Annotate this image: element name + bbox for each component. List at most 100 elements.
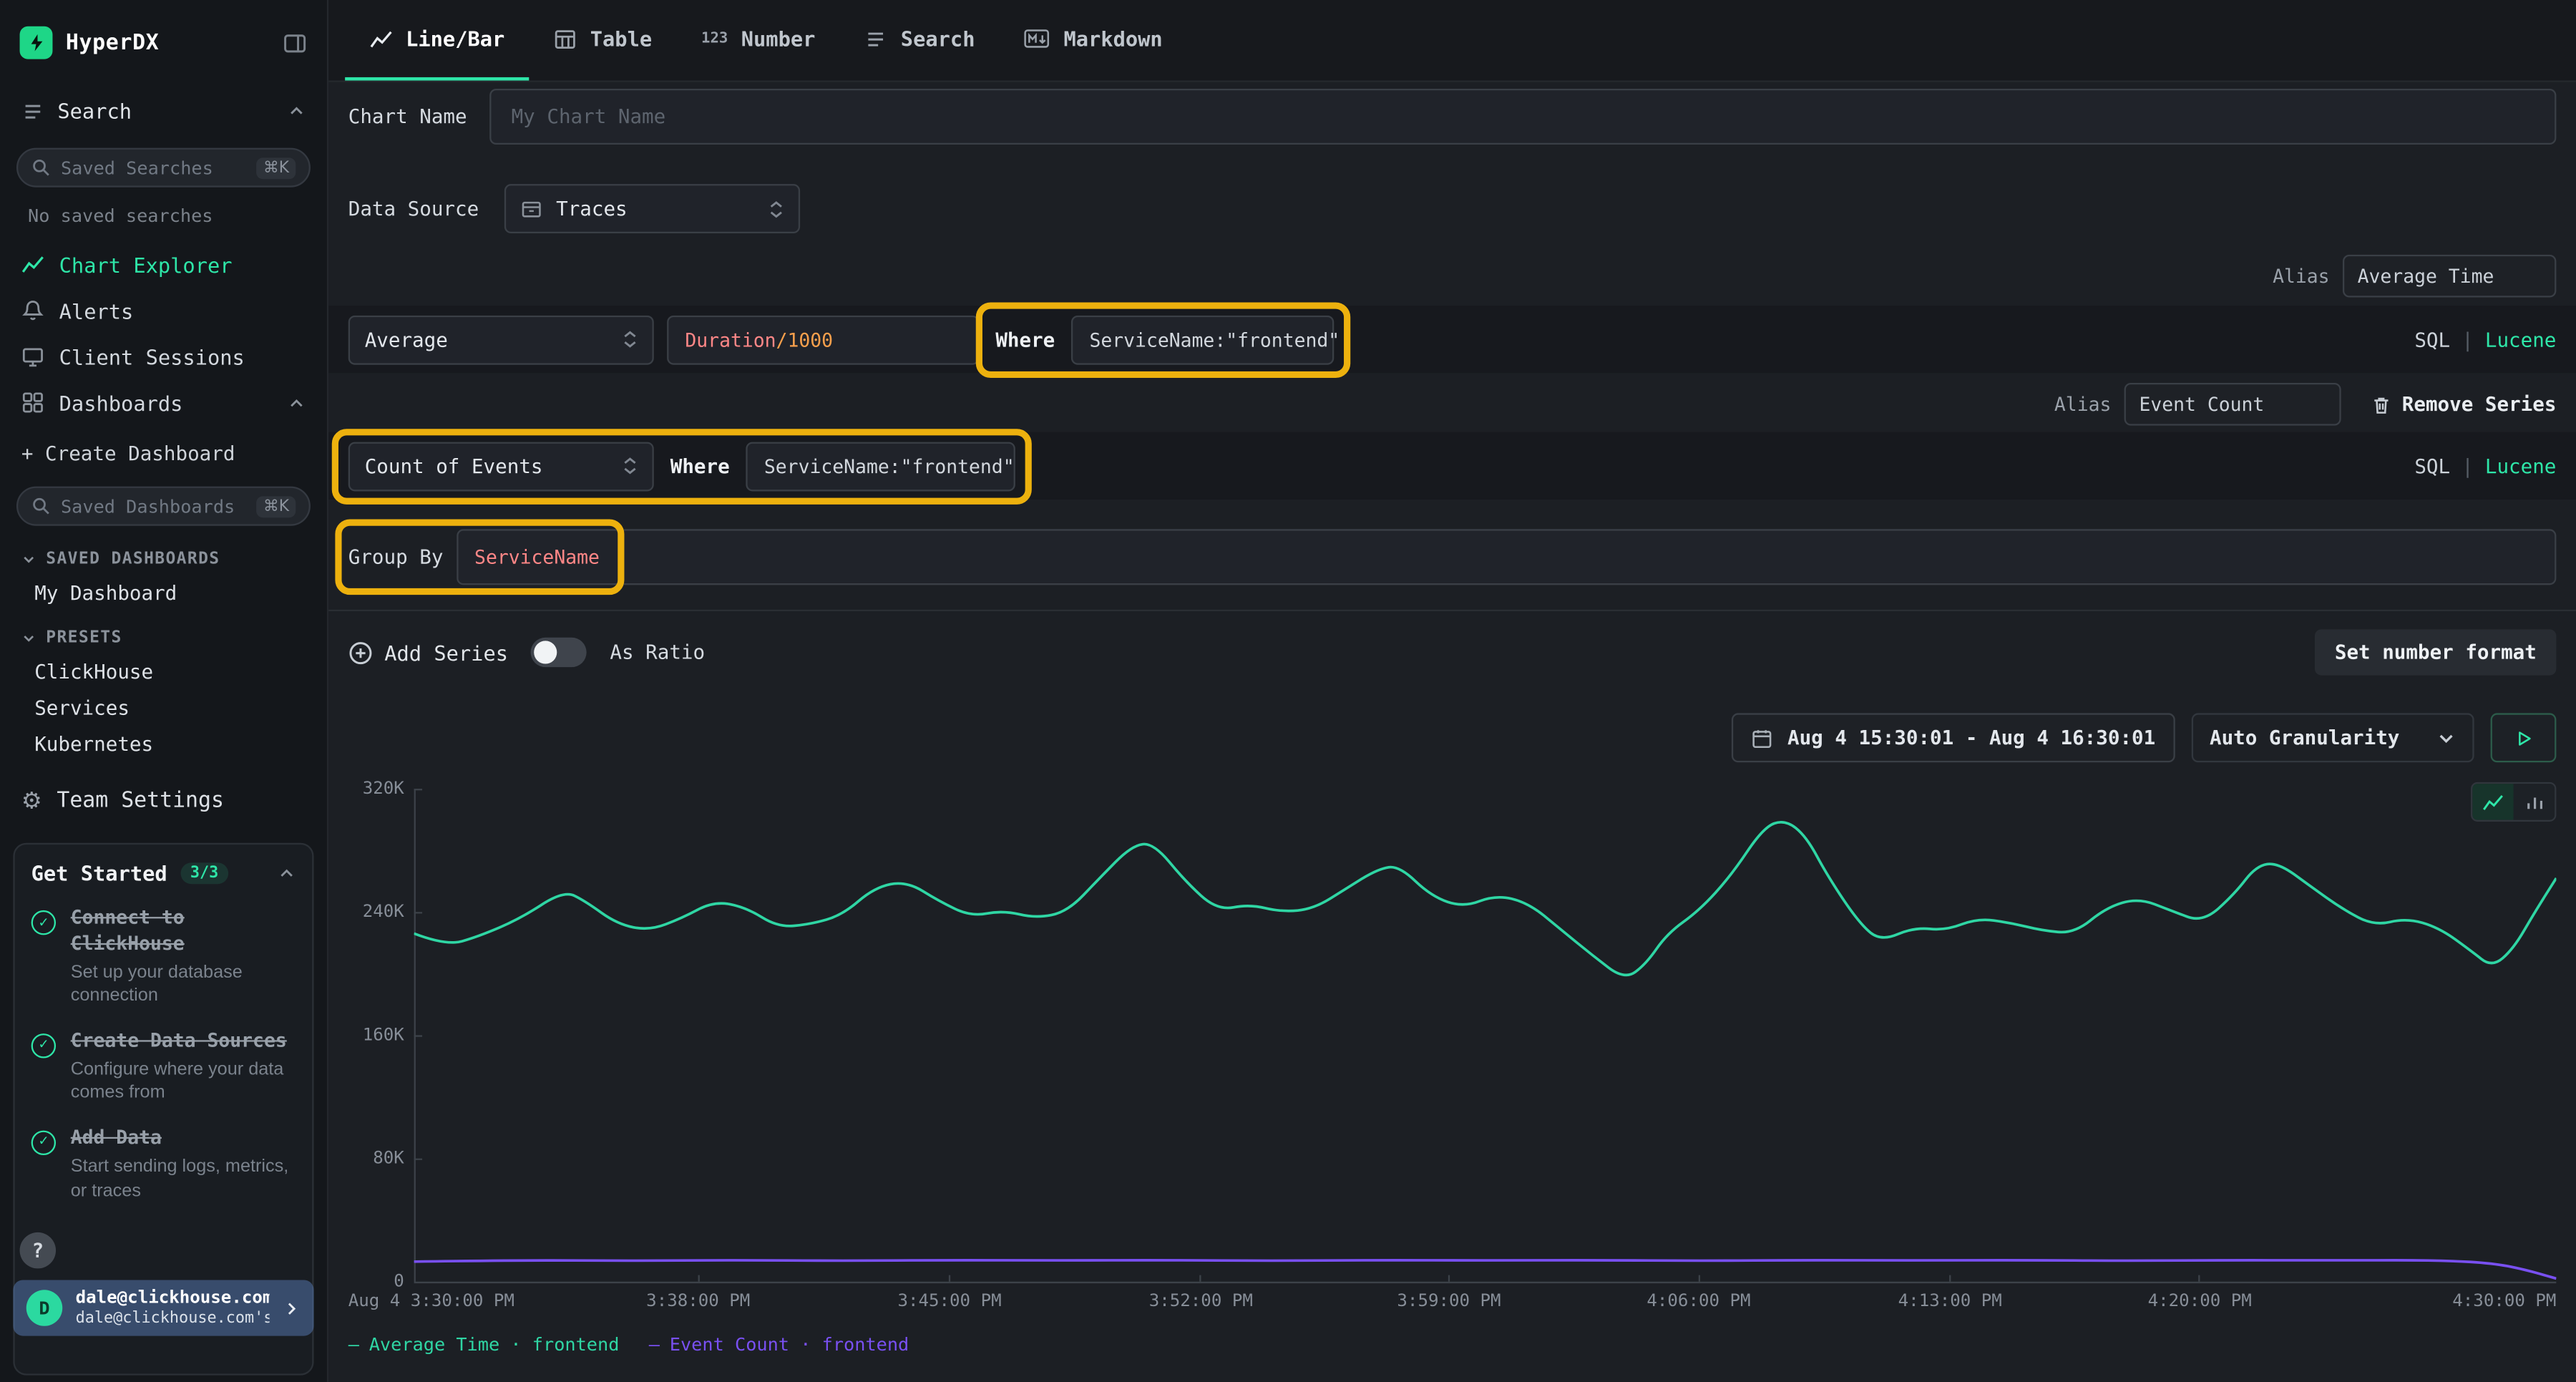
search-icon <box>31 496 52 516</box>
x-axis-tick: 3:38:00 PM <box>646 1292 750 1312</box>
search-icon <box>31 157 52 177</box>
tab-number[interactable]: 123 Number <box>677 0 840 80</box>
sidebar-item-clickhouse[interactable]: ClickHouse <box>0 648 327 684</box>
check-circle-icon: ✓ <box>31 1130 56 1154</box>
tab-search[interactable]: Search <box>840 0 1000 80</box>
group-by-label: Group By <box>348 545 444 568</box>
chart-name-input[interactable] <box>490 89 2557 145</box>
saved-dashboards-input[interactable]: Saved Dashboards ⌘K <box>16 487 311 526</box>
series-line <box>414 1260 2557 1279</box>
as-ratio-toggle[interactable] <box>531 638 587 667</box>
chevron-up-icon[interactable] <box>278 865 296 882</box>
add-series-button[interactable]: Add Series <box>348 640 508 664</box>
legend-swatch: — <box>348 1334 359 1356</box>
get-started-header[interactable]: Get Started 3/3 <box>31 861 296 885</box>
sidebar-item-client-sessions[interactable]: Client Sessions <box>0 334 327 379</box>
remove-series-button[interactable]: Remove Series <box>2371 393 2556 416</box>
legend-swatch: — <box>649 1334 660 1356</box>
saved-searches-placeholder: Saved Searches <box>61 157 213 178</box>
series1-language-toggle: SQL | Lucene <box>2414 328 2556 351</box>
chart-panel: 320K 240K 160K 80K 0 Aug 4 3:30:00 PM 3:… <box>348 789 2557 1318</box>
saved-searches-input[interactable]: Saved Searches ⌘K <box>16 148 311 188</box>
get-started-item-desc: Set up your database connection <box>71 961 296 1008</box>
get-started-progress-badge: 3/3 <box>180 862 228 884</box>
series1-alias-input[interactable] <box>2343 255 2556 298</box>
grid-icon <box>21 391 44 414</box>
monitor-icon <box>21 345 44 368</box>
line-chart-toggle[interactable] <box>2472 784 2513 820</box>
series2-aggregation-select[interactable]: Count of Events <box>348 441 654 490</box>
select-updown-icon <box>623 330 638 348</box>
hyperdx-app: HyperDX Search Saved Searches ⌘K No save… <box>0 0 2576 1382</box>
sidebar-item-chart-explorer[interactable]: Chart Explorer <box>0 241 327 287</box>
chart-display-toggle <box>2471 782 2556 822</box>
tab-table[interactable]: Table <box>530 0 677 80</box>
sidebar-collapse-icon[interactable] <box>283 30 307 54</box>
data-source-select[interactable]: Traces <box>505 184 801 233</box>
get-started-item-desc: Configure where your data comes from <box>71 1059 296 1106</box>
get-started-item[interactable]: ✓ Connect to ClickHouse Set up your data… <box>31 905 296 1008</box>
legend-item-event-count[interactable]: — Event Count · frontend <box>649 1334 909 1356</box>
create-dashboard-button[interactable]: + Create Dashboard <box>0 426 327 465</box>
get-started-item[interactable]: ✓ Create Data Sources Configure where yo… <box>31 1028 296 1105</box>
get-started-item[interactable]: ✓ Add Data Start sending logs, metrics, … <box>31 1125 296 1202</box>
sidebar-item-my-dashboard[interactable]: My Dashboard <box>0 568 327 605</box>
run-query-button[interactable] <box>2491 713 2557 762</box>
alias-label: Alias <box>2054 393 2111 416</box>
y-axis-tick: 240K <box>348 902 404 922</box>
group-by-input[interactable]: ServiceName <box>457 529 2557 585</box>
where-label: Where <box>992 328 1058 351</box>
series2-alias-input[interactable] <box>2124 383 2341 426</box>
chart-legend: — Average Time · frontend — Event Count … <box>328 1334 2576 1356</box>
series2-language-toggle: SQL | Lucene <box>2414 454 2556 477</box>
sql-option[interactable]: SQL <box>2414 454 2450 477</box>
where-label: Where <box>667 454 733 477</box>
timeseries-chart[interactable] <box>414 789 2557 1288</box>
plus-circle-icon <box>348 640 373 664</box>
presets-section-label[interactable]: PRESETS <box>0 605 327 648</box>
sidebar-item-dashboards[interactable]: Dashboards <box>0 379 327 425</box>
x-axis-tick: 3:45:00 PM <box>897 1292 1001 1312</box>
group-by-row: Group By ServiceName <box>328 527 2576 587</box>
series2-where-input[interactable]: ServiceName:"frontend" <box>746 441 1016 490</box>
lucene-option[interactable]: Lucene <box>2485 328 2557 351</box>
x-axis-tick: Aug 4 3:30:00 PM <box>348 1292 514 1312</box>
chart-line-icon <box>21 253 44 276</box>
series1-field-input[interactable]: Duration/1000 <box>667 315 979 364</box>
tab-line-bar[interactable]: Line/Bar <box>345 0 530 80</box>
sidebar-item-alerts[interactable]: Alerts <box>0 288 327 334</box>
sidebar-item-team-settings[interactable]: ⚙ Team Settings <box>0 756 327 813</box>
chevron-up-icon[interactable] <box>288 102 306 120</box>
sql-option[interactable]: SQL <box>2414 328 2450 351</box>
date-range-input[interactable]: Aug 4 15:30:01 - Aug 4 16:30:01 <box>1732 713 2175 762</box>
annotation-highlight-where-2: Count of Events Where ServiceName:"front… <box>332 428 1032 504</box>
help-button[interactable]: ? <box>20 1232 57 1269</box>
y-axis-tick: 80K <box>348 1149 404 1169</box>
legend-item-average-time[interactable]: — Average Time · frontend <box>348 1334 620 1356</box>
series1-where-input[interactable]: ServiceName:"frontend" <box>1071 315 1334 364</box>
x-axis-tick: 3:52:00 PM <box>1149 1292 1253 1312</box>
series1-aggregation-select[interactable]: Average <box>348 315 654 364</box>
app-title: HyperDX <box>66 30 160 54</box>
lucene-option[interactable]: Lucene <box>2485 454 2557 477</box>
search-section-header[interactable]: Search <box>0 72 327 127</box>
bar-chart-toggle[interactable] <box>2514 784 2555 820</box>
trash-icon <box>2371 394 2392 415</box>
get-started-item-title: Create Data Sources <box>71 1028 287 1051</box>
nav-label: Alerts <box>59 298 134 323</box>
get-started-title: Get Started <box>31 861 167 885</box>
select-updown-icon <box>770 200 785 218</box>
markdown-icon <box>1024 28 1050 49</box>
sidebar-item-kubernetes[interactable]: Kubernetes <box>0 720 327 756</box>
saved-dashboards-section-label[interactable]: SAVED DASHBOARDS <box>0 526 327 569</box>
main-content: Line/Bar Table 123 Number Search <box>328 0 2576 1382</box>
annotation-highlight-where-1: Where ServiceName:"frontend" <box>976 301 1351 377</box>
saved-dashboards-shortcut: ⌘K <box>257 495 296 517</box>
data-source-label: Data Source <box>348 198 479 220</box>
set-number-format-button[interactable]: Set number format <box>2315 629 2556 675</box>
granularity-select[interactable]: Auto Granularity <box>2192 713 2474 762</box>
tab-markdown[interactable]: Markdown <box>1000 0 1187 80</box>
chevron-up-icon[interactable] <box>288 394 306 412</box>
user-menu[interactable]: D dale@clickhouse.com dale@clickhouse.co… <box>13 1280 313 1336</box>
sidebar-item-services[interactable]: Services <box>0 683 327 720</box>
